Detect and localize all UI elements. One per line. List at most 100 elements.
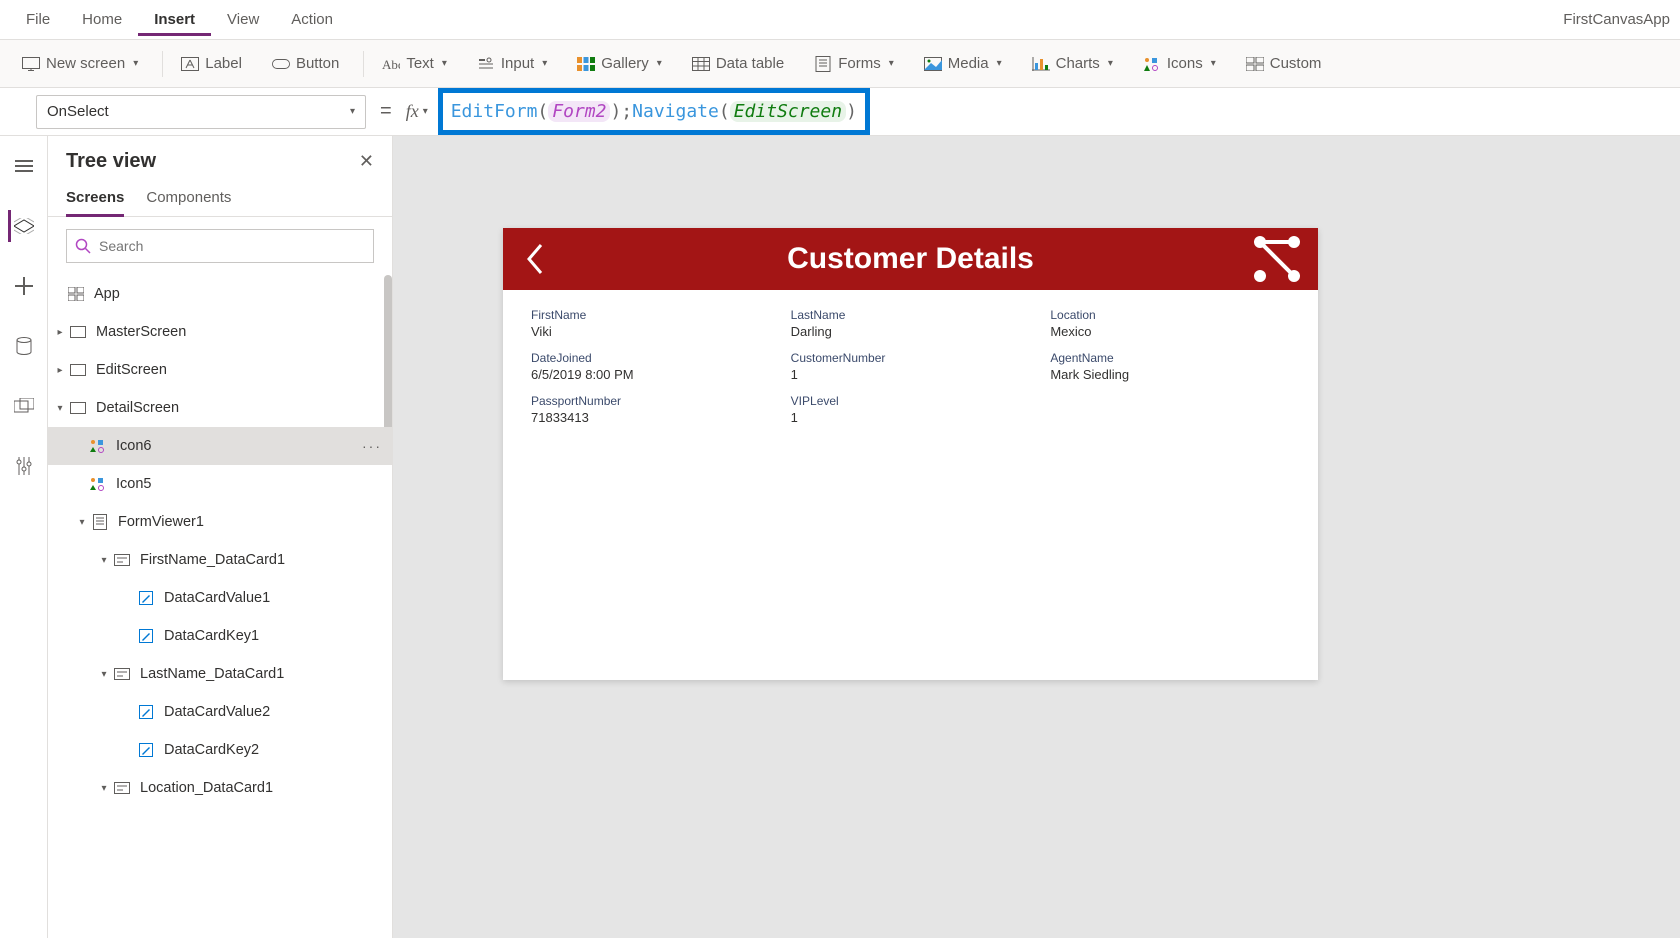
edit-icon[interactable] <box>1250 232 1304 286</box>
ribbon: New screen ▾ Label Button Abc Text ▾ Inp… <box>0 40 1680 88</box>
ribbon-new-screen[interactable]: New screen ▾ <box>10 49 150 79</box>
formula-input-highlight: EditForm(Form2);Navigate(EditScreen) <box>438 88 870 135</box>
property-dropdown[interactable]: OnSelect ▾ <box>36 95 366 129</box>
field-value: Mark Siedling <box>1050 367 1290 382</box>
tree-item-location-datacard[interactable]: ▾ Location_DataCard1 <box>48 769 392 807</box>
formula-input[interactable]: EditForm(Form2);Navigate(EditScreen) <box>451 101 857 122</box>
ribbon-forms[interactable]: Forms ▾ <box>802 49 906 79</box>
ribbon-new-screen-label: New screen <box>46 55 125 72</box>
screen-header: Customer Details <box>503 228 1318 290</box>
menu-insert[interactable]: Insert <box>138 3 211 36</box>
tree-search-input[interactable] <box>99 238 365 254</box>
screen-preview[interactable]: Customer Details FirstName <box>503 228 1318 680</box>
text-icon: Abc <box>382 55 400 73</box>
menu-view[interactable]: View <box>211 3 275 36</box>
ribbon-label-label: Label <box>205 55 242 72</box>
ribbon-charts[interactable]: Charts ▾ <box>1020 49 1125 79</box>
tree-item-label: DataCardValue1 <box>164 590 270 606</box>
field-value: 1 <box>791 367 1031 382</box>
ribbon-label[interactable]: Label <box>169 49 254 79</box>
tree-item-label: MasterScreen <box>96 324 186 340</box>
tree-item-label: DataCardKey1 <box>164 628 259 644</box>
button-icon <box>272 55 290 73</box>
field-firstname: FirstName Viki <box>531 304 771 347</box>
tree-item-datacardvalue2[interactable]: DataCardValue2 <box>48 693 392 731</box>
ribbon-media[interactable]: Media ▾ <box>912 49 1014 79</box>
menu-home[interactable]: Home <box>66 3 138 36</box>
canvas[interactable]: Customer Details FirstName <box>393 136 1680 938</box>
field-label: AgentName <box>1050 351 1290 365</box>
more-icon[interactable]: ··· <box>362 438 382 454</box>
back-icon[interactable] <box>523 239 547 279</box>
tree-item-label: App <box>94 286 120 302</box>
rail-hamburger[interactable] <box>8 150 40 182</box>
chevron-down-icon: ▾ <box>133 58 138 69</box>
rail-data[interactable] <box>8 330 40 362</box>
caret-down-icon[interactable]: ▾ <box>74 517 90 528</box>
main-area: Tree view ✕ Screens Components App ▸ Mas… <box>0 136 1680 938</box>
ribbon-text[interactable]: Abc Text ▾ <box>370 49 459 79</box>
formula-token-fn: EditForm <box>451 101 538 122</box>
tree-item-icon6[interactable]: Icon6 ··· <box>48 427 392 465</box>
ribbon-data-table[interactable]: Data table <box>680 49 796 79</box>
ribbon-icons-label: Icons <box>1167 55 1203 72</box>
ribbon-input[interactable]: Input ▾ <box>465 49 559 79</box>
divider <box>363 51 364 77</box>
charts-icon <box>1032 55 1050 73</box>
tree-title: Tree view <box>66 150 156 173</box>
chevron-down-icon: ▾ <box>1211 58 1216 69</box>
tree-item-label: DetailScreen <box>96 400 179 416</box>
rail-media[interactable] <box>8 390 40 422</box>
datacard-icon <box>112 668 132 680</box>
ribbon-button[interactable]: Button <box>260 49 351 79</box>
tree-item-firstname-datacard[interactable]: ▾ FirstName_DataCard1 <box>48 541 392 579</box>
menu-action[interactable]: Action <box>275 3 349 36</box>
caret-down-icon[interactable]: ▾ <box>52 403 68 414</box>
divider <box>162 51 163 77</box>
field-value: Darling <box>791 324 1031 339</box>
caret-down-icon[interactable]: ▾ <box>96 555 112 566</box>
form-icon <box>90 514 110 530</box>
ribbon-gallery[interactable]: Gallery ▾ <box>565 49 674 79</box>
menu-file[interactable]: File <box>10 3 66 36</box>
tree-item-label: DataCardValue2 <box>164 704 270 720</box>
app-title: FirstCanvasApp <box>1563 11 1670 28</box>
tab-components[interactable]: Components <box>146 183 231 216</box>
tree-item-label: DataCardKey2 <box>164 742 259 758</box>
textbox-icon <box>136 591 156 605</box>
caret-down-icon[interactable]: ▾ <box>96 669 112 680</box>
caret-right-icon[interactable]: ▸ <box>52 365 68 376</box>
tree-item-detailscreen[interactable]: ▾ DetailScreen <box>48 389 392 427</box>
tree-item-masterscreen[interactable]: ▸ MasterScreen <box>48 313 392 351</box>
tab-screens[interactable]: Screens <box>66 183 124 217</box>
tree-item-lastname-datacard[interactable]: ▾ LastName_DataCard1 <box>48 655 392 693</box>
rail-advanced[interactable] <box>8 450 40 482</box>
field-empty <box>1050 390 1290 433</box>
left-rail <box>0 136 48 938</box>
tree-item-app[interactable]: App <box>48 275 392 313</box>
fx-icon: fx <box>406 101 419 122</box>
formula-token-fn: Navigate <box>632 101 719 122</box>
tree-item-editscreen[interactable]: ▸ EditScreen <box>48 351 392 389</box>
tree-item-formviewer1[interactable]: ▾ FormViewer1 <box>48 503 392 541</box>
field-value: 71833413 <box>531 410 771 425</box>
field-passportnumber: PassportNumber 71833413 <box>531 390 771 433</box>
chevron-down-icon: ▾ <box>657 58 662 69</box>
rail-insert[interactable] <box>8 270 40 302</box>
svg-text:Abc: Abc <box>382 57 400 71</box>
tree-item-datacardkey2[interactable]: DataCardKey2 <box>48 731 392 769</box>
tree-search[interactable] <box>66 229 374 263</box>
rail-tree-view[interactable] <box>8 210 40 242</box>
tree-item-datacardvalue1[interactable]: DataCardValue1 <box>48 579 392 617</box>
tree-item-datacardkey1[interactable]: DataCardKey1 <box>48 617 392 655</box>
ribbon-custom[interactable]: Custom <box>1234 49 1334 79</box>
field-label: DateJoined <box>531 351 771 365</box>
screen-title: Customer Details <box>787 242 1034 276</box>
caret-down-icon[interactable]: ▾ <box>96 783 112 794</box>
ribbon-icons[interactable]: Icons ▾ <box>1131 49 1228 79</box>
close-icon[interactable]: ✕ <box>359 151 374 172</box>
caret-right-icon[interactable]: ▸ <box>52 327 68 338</box>
screen-icon <box>68 326 88 338</box>
tree-item-icon5[interactable]: Icon5 <box>48 465 392 503</box>
ribbon-input-label: Input <box>501 55 534 72</box>
